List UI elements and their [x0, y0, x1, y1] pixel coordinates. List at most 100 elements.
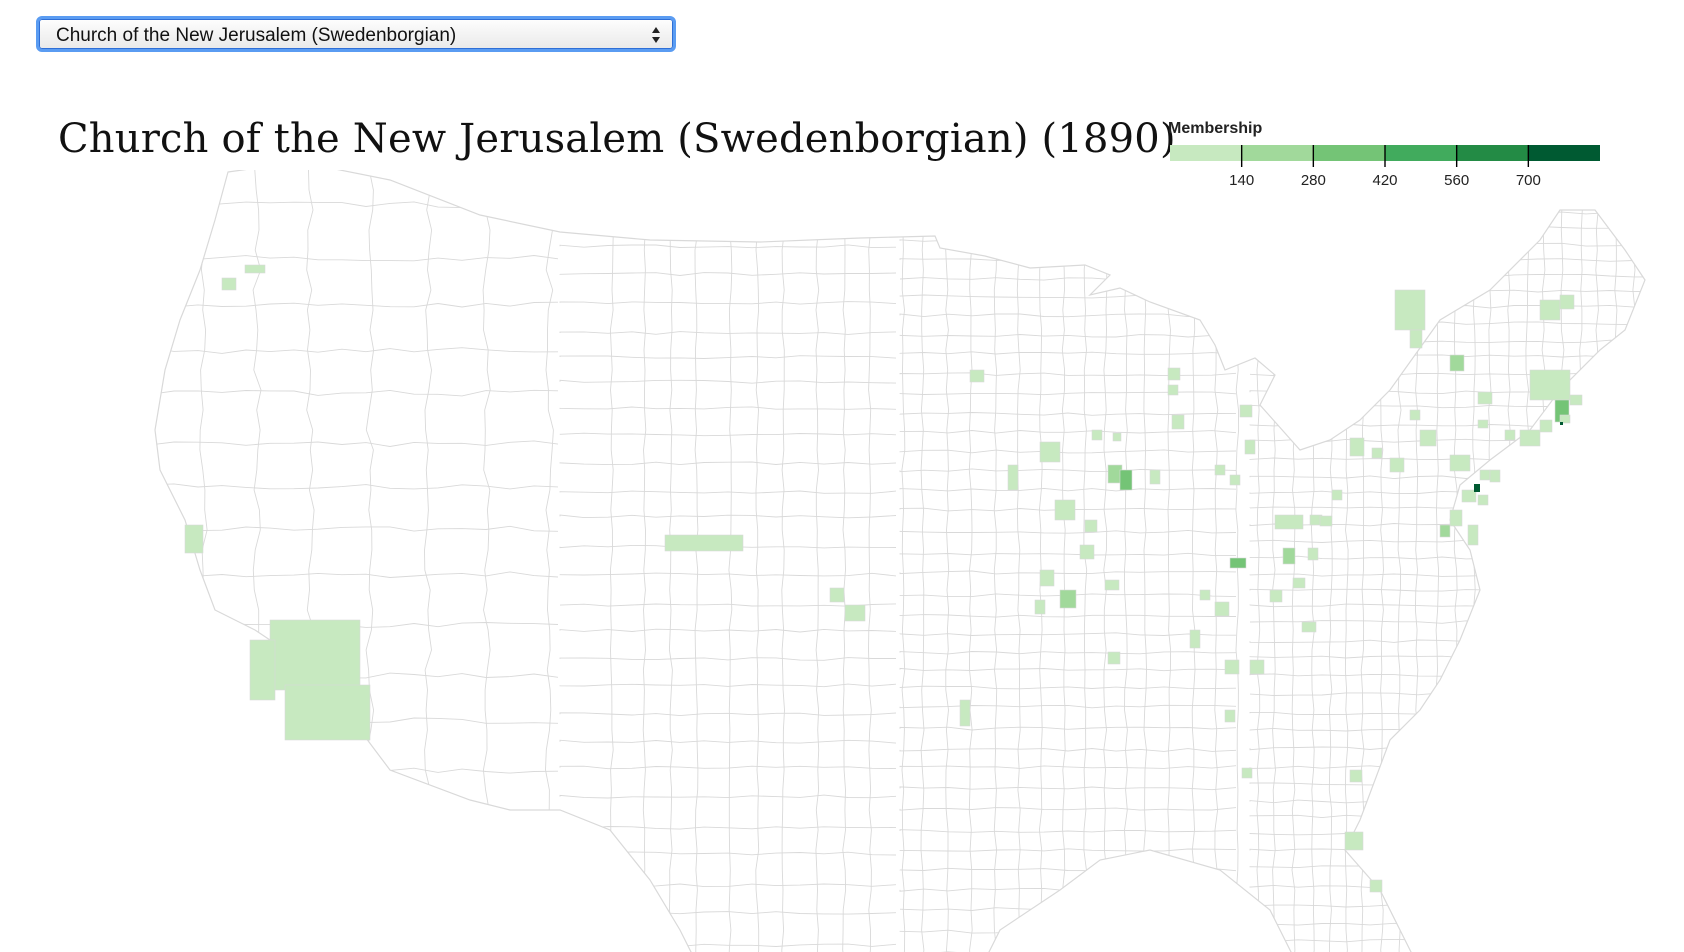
shaded-county	[1104, 579, 1120, 591]
county-border	[1249, 195, 1645, 200]
shaded-county	[1229, 557, 1247, 569]
shaded-county	[1301, 621, 1317, 633]
shaded-county	[1269, 589, 1283, 603]
shaded-county	[1504, 429, 1516, 441]
shaded-county	[1282, 547, 1296, 565]
shaded-county	[959, 699, 971, 727]
shaded-county	[1249, 659, 1265, 675]
shaded-county	[269, 619, 361, 691]
shaded-county	[1189, 629, 1201, 649]
shaded-county	[1409, 329, 1423, 349]
shaded-county	[1371, 447, 1383, 459]
shaded-county	[1394, 289, 1426, 331]
shaded-county	[1244, 439, 1256, 455]
shaded-county	[1559, 414, 1571, 424]
shaded-county	[1054, 499, 1076, 521]
shaded-county	[1449, 454, 1471, 472]
county-border	[559, 216, 897, 221]
county-border	[1249, 177, 1645, 182]
shaded-county	[1091, 429, 1103, 441]
shaded-county	[1007, 464, 1019, 491]
county-border	[559, 190, 897, 194]
legend-swatch	[1241, 145, 1314, 161]
shaded-county	[1171, 414, 1185, 430]
shaded-county	[1059, 589, 1077, 609]
shaded-county	[1477, 494, 1489, 506]
shaded-county	[1419, 429, 1437, 447]
shaded-county	[1167, 367, 1181, 381]
shaded-county	[1039, 441, 1061, 463]
shaded-county	[1467, 524, 1479, 546]
legend-swatch	[1313, 145, 1386, 161]
shaded-county	[1449, 354, 1465, 372]
county-border	[155, 911, 559, 919]
shaded-county	[664, 534, 744, 552]
shaded-county	[1560, 422, 1563, 425]
shaded-county	[1199, 589, 1211, 601]
shaded-county	[1214, 464, 1226, 476]
shaded-county	[1344, 831, 1364, 851]
shaded-county	[1167, 384, 1179, 396]
shaded-county	[1349, 437, 1365, 457]
shaded-county	[1519, 429, 1541, 447]
shaded-county	[1214, 601, 1230, 617]
shaded-county	[1112, 432, 1122, 442]
us-outline	[154, 170, 1646, 952]
county-border	[899, 216, 1237, 221]
shaded-county	[1274, 514, 1304, 530]
shaded-county	[829, 587, 845, 603]
shaded-county	[1349, 769, 1363, 783]
shaded-county	[284, 684, 371, 741]
county-border	[899, 239, 1237, 242]
shaded-county	[1474, 484, 1480, 492]
shaded-county	[1229, 474, 1241, 486]
county-border	[1487, 170, 1492, 952]
county-border	[155, 868, 559, 875]
shaded-county	[1389, 457, 1405, 473]
shaded-county	[1569, 394, 1583, 406]
legend-swatch	[1385, 145, 1458, 161]
shaded-county	[1439, 524, 1451, 538]
shaded-county	[1079, 544, 1095, 560]
shaded-county	[1369, 879, 1383, 893]
shaded-county	[249, 639, 276, 701]
shaded-county	[221, 277, 237, 291]
shaded-county	[1224, 709, 1236, 723]
county-border	[899, 198, 1237, 203]
shaded-county	[1477, 391, 1493, 405]
shaded-county	[1409, 409, 1421, 421]
county-border	[1648, 170, 1651, 952]
shaded-county	[1084, 519, 1098, 533]
map-title: Church of the New Jerusalem (Swedenborgi…	[58, 116, 1176, 162]
shaded-county	[184, 524, 204, 554]
shaded-county	[1559, 294, 1575, 310]
shaded-county	[1239, 404, 1253, 418]
shaded-county	[1319, 515, 1333, 527]
shaded-county	[1477, 419, 1489, 429]
legend-swatch	[1456, 145, 1529, 161]
up-down-arrows-icon	[652, 27, 660, 43]
shaded-county	[1461, 489, 1477, 503]
shaded-county	[244, 264, 266, 274]
shaded-county	[1039, 569, 1055, 587]
county-border	[155, 820, 559, 827]
shaded-county	[1539, 419, 1553, 433]
shaded-county	[1149, 469, 1161, 485]
legend-swatch	[1528, 145, 1600, 161]
shaded-county	[1479, 469, 1491, 481]
shaded-county	[1107, 651, 1121, 665]
shaded-county	[844, 604, 866, 622]
shaded-county	[1034, 599, 1046, 615]
shaded-county	[1241, 767, 1253, 779]
us-boundary	[154, 170, 1646, 952]
shaded-county	[1449, 509, 1463, 527]
denomination-select-value: Church of the New Jerusalem (Swedenborgi…	[56, 25, 457, 46]
legend-swatch	[1170, 145, 1243, 161]
shaded-county	[1119, 469, 1133, 491]
shaded-county	[1489, 469, 1501, 483]
shaded-county	[1539, 299, 1561, 321]
shaded-county	[1224, 659, 1240, 675]
denomination-select[interactable]: Church of the New Jerusalem (Swedenborgi…	[36, 16, 676, 52]
us-county-map	[154, 170, 1651, 952]
county-border	[899, 180, 1237, 185]
